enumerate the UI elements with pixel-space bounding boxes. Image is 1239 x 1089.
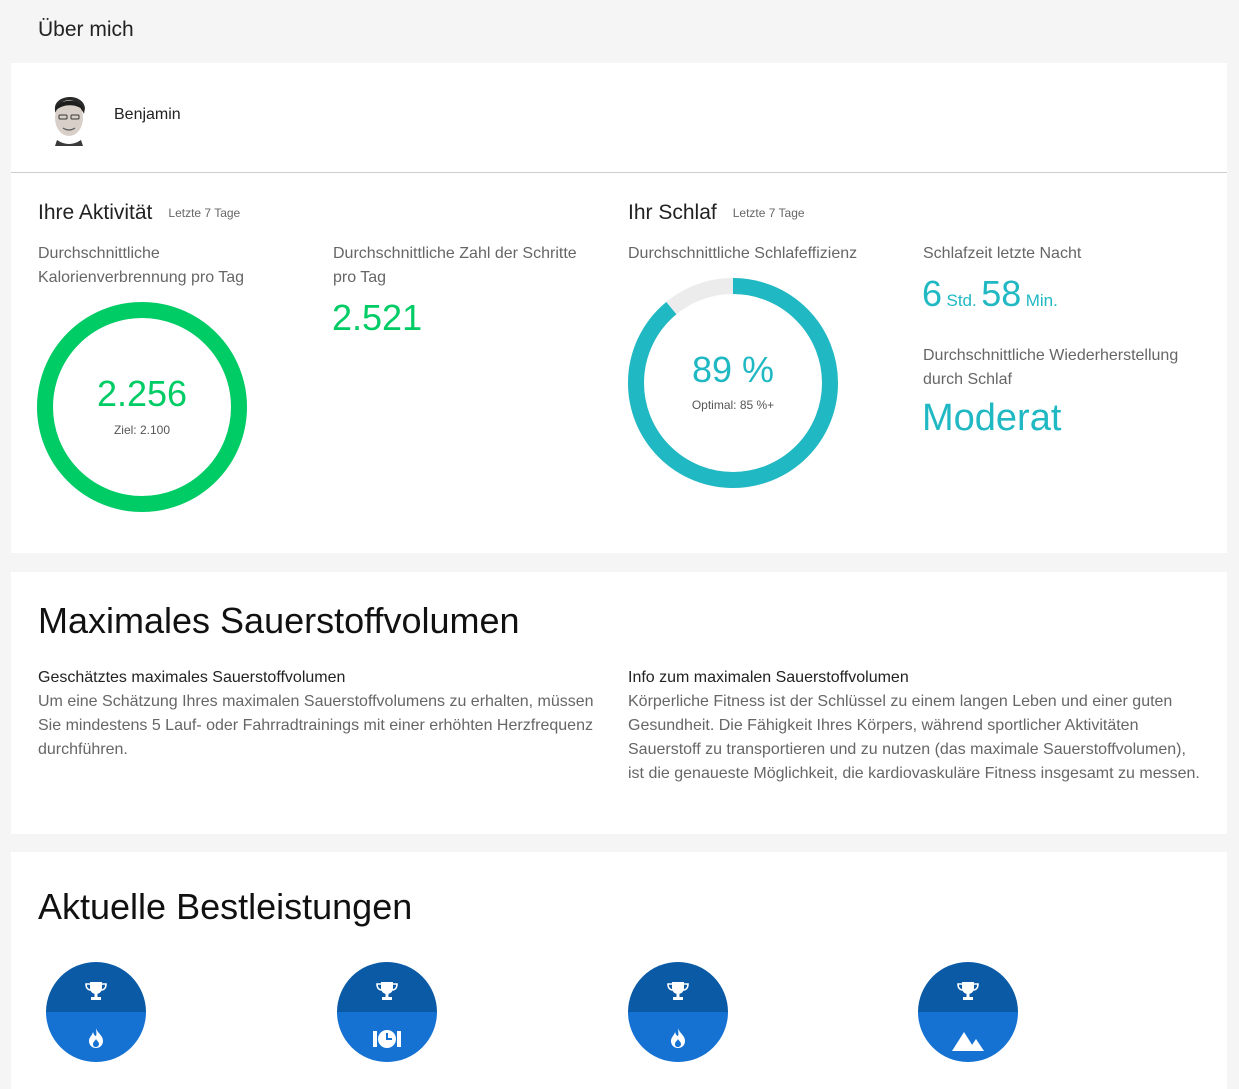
flame-icon [671, 1028, 685, 1048]
calories-ring[interactable]: 2.256 Ziel: 2.100 [36, 301, 248, 513]
records-title: Aktuelle Bestleistungen [38, 886, 413, 927]
last-night-hours: 6 [922, 273, 943, 314]
calories-value: 2.256 [96, 373, 188, 414]
records-card: Aktuelle Bestleistungen [11, 852, 1227, 1089]
last-night-minutes: 58 [981, 273, 1022, 314]
last-night-value: 6 Std. 58 Min. [922, 273, 1058, 315]
vo2-card: Maximales Sauerstoffvolumen Geschätztes … [11, 572, 1227, 834]
recovery-label: Durchschnittliche Wiederherstellung durc… [923, 347, 1179, 388]
vo2-estimate-text: Um eine Schätzung Ihres maximalen Sauers… [38, 693, 594, 758]
trophy-icon [957, 982, 979, 1000]
vo2-estimate: Geschätztes maximales Sauerstoffvolumen … [38, 666, 613, 762]
trophy-icon [85, 982, 107, 1000]
summary-card: Benjamin Ihre Aktivität Letzte 7 Tage Dur… [11, 63, 1227, 553]
activity-heading: Ihre Aktivität Letzte 7 Tage [38, 201, 240, 225]
sleep-period: Letzte 7 Tage [732, 206, 805, 221]
profile-name[interactable]: Benjamin [114, 106, 181, 124]
profile-row[interactable]: Benjamin [11, 63, 1227, 173]
vo2-info: Info zum maximalen Sauerstoffvolumen Kör… [628, 666, 1203, 786]
vo2-info-heading: Info zum maximalen Sauerstoffvolumen [628, 669, 909, 686]
flame-icon [89, 1028, 103, 1048]
sleep-title: Ihr Schlaf [628, 201, 717, 224]
steps-value: 2.521 [332, 297, 423, 338]
mountain-icon [952, 1032, 984, 1051]
sleep-efficiency-label: Durchschnittliche Schlafeffizienz [628, 245, 858, 262]
vo2-estimate-heading: Geschätztes maximales Sauerstoffvolumen [38, 669, 346, 686]
sleep-efficiency-value: 89 % [691, 349, 775, 390]
activity-period: Letzte 7 Tage [168, 206, 241, 221]
record-badge-calories-2[interactable] [628, 962, 728, 1062]
last-night-minutes-unit: Min. [1025, 291, 1058, 310]
calories-label: Durchschnittliche Kalorienverbrennung pr… [38, 245, 245, 286]
activity-title: Ihre Aktivität [38, 201, 153, 224]
avatar[interactable] [47, 88, 91, 146]
last-night-hours-unit: Std. [946, 291, 977, 310]
sleep-efficiency-optimal: Optimal: 85 %+ [691, 398, 775, 412]
record-badge-elevation[interactable] [918, 962, 1018, 1062]
last-night-label: Schlafzeit letzte Nacht [923, 245, 1082, 262]
recovery-value: Moderat [922, 397, 1062, 439]
vo2-info-text: Körperliche Fitness ist der Schlüssel zu… [628, 693, 1200, 782]
vo2-title: Maximales Sauerstoffvolumen [38, 600, 520, 641]
stopwatch-icon [373, 1030, 401, 1048]
page-title: Über mich [38, 18, 134, 41]
record-badge-time[interactable] [337, 962, 437, 1062]
sleep-heading: Ihr Schlaf Letzte 7 Tage [628, 201, 805, 225]
steps-label: Durchschnittliche Zahl der Schritte pro … [333, 245, 577, 286]
trophy-icon [667, 982, 689, 1000]
trophy-icon [376, 982, 398, 1000]
sleep-efficiency-ring[interactable]: 89 % Optimal: 85 %+ [627, 277, 839, 489]
record-badge-calories[interactable] [46, 962, 146, 1062]
calories-goal: Ziel: 2.100 [113, 423, 171, 437]
